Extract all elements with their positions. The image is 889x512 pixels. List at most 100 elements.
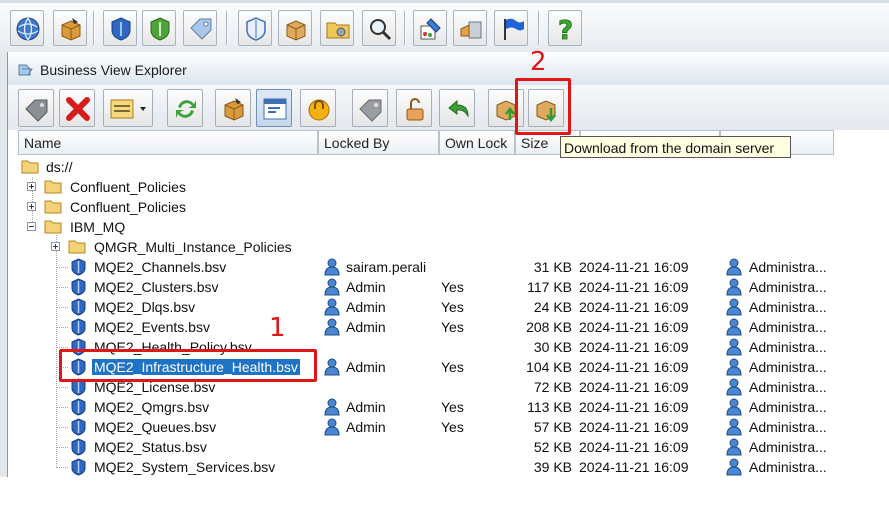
bsv-file-icon [71,438,86,456]
file-size: 30 KB [533,339,572,355]
file-owner: Administra... [749,279,827,295]
refresh-icon [176,100,196,118]
file-date: 2024-11-21 16:09 [579,259,689,275]
help-button[interactable]: ? [548,10,582,46]
file-size: 31 KB [533,259,572,275]
shield-blue-icon [111,17,131,41]
unlock-button[interactable] [396,89,432,127]
file-owner: Administra... [749,439,827,455]
file-name: MQE2_Queues.bsv [94,419,217,435]
expand-icon[interactable] [27,202,36,211]
file-owner: Administra... [749,359,827,375]
tree-line [57,387,68,388]
file-date: 2024-11-21 16:09 [579,279,689,295]
annotation-box-download [515,78,571,135]
app-toolbar: ? [0,0,889,52]
svg-text:?: ? [558,16,573,42]
tree-folder[interactable]: IBM_MQ [0,217,889,237]
tree-subfolder[interactable]: QMGR_Multi_Instance_Policies [0,237,889,257]
file-row[interactable]: MQE2_Dlqs.bsv Admin Yes 24 KB 2024-11-21 16:… [0,297,889,317]
tag-button[interactable] [18,89,54,127]
user-box-button[interactable] [453,10,487,46]
user-icon [726,418,742,436]
tree-line [57,347,68,348]
user-icon [324,258,340,276]
column-name[interactable]: Name [18,130,318,155]
search-icon [370,19,392,41]
delete-button[interactable] [59,89,95,127]
file-row[interactable]: MQE2_Queues.bsv Admin Yes 57 KB 2024-11-21 1… [0,417,889,437]
locked-by: Admin [346,279,386,295]
file-date: 2024-11-21 16:09 [579,419,689,435]
file-date: 2024-11-21 16:09 [579,299,689,315]
paint-button[interactable] [413,10,447,46]
own-lock: Yes [441,279,464,295]
file-name: MQE2_Qmgrs.bsv [94,399,210,415]
package-open-button[interactable] [215,89,251,127]
bsv-file-icon [71,278,86,296]
shield-green-button[interactable] [142,10,176,46]
file-row[interactable]: MQE2_System_Services.bsv 39 KB 2024-11-21 … [0,457,889,477]
file-row[interactable]: MQE2_Clusters.bsv Admin Yes 117 KB 2024-11-2… [0,277,889,297]
properties-button[interactable] [256,89,292,127]
file-owner: Administra... [749,379,827,395]
tag-gray-button[interactable] [352,89,388,127]
package-button[interactable] [53,10,87,46]
file-size: 57 KB [533,419,572,435]
expand-icon[interactable] [27,182,36,191]
box-button[interactable] [278,10,312,46]
globe-icon [16,17,40,41]
shield-outline-button[interactable] [238,10,272,46]
column-own-lock[interactable]: Own Lock [439,130,515,155]
collapse-icon[interactable] [27,222,36,231]
user-icon [726,398,742,416]
shield-blue-button[interactable] [103,10,137,46]
undo-button[interactable] [439,89,475,127]
bottom-strip [0,477,889,512]
package-icon [224,98,244,121]
locked-by: Admin [346,399,386,415]
file-row[interactable]: MQE2_Channels.bsv sairam.perali 31 KB 2024-… [0,257,889,277]
file-name: MQE2_System_Services.bsv [94,459,276,475]
file-owner: Administra... [749,419,827,435]
shield-outline-icon [246,17,266,41]
tree-line [57,287,68,288]
own-lock: Yes [441,399,464,415]
tag-gray-icon [359,99,382,122]
tree-folder-label: Confluent_Policies [70,179,186,195]
tree-root[interactable]: ds:// [0,157,889,177]
gear-folder-button[interactable] [320,10,354,46]
lock-button[interactable] [300,89,336,127]
tree-folder[interactable]: Confluent_Policies [0,197,889,217]
user-icon [726,338,742,356]
tree-folder[interactable]: Confluent_Policies [0,177,889,197]
bsv-file-icon [71,418,86,436]
window-title: Business View Explorer [40,62,187,78]
file-row[interactable]: MQE2_Events.bsv Admin Yes 208 KB 2024-11-21 … [0,317,889,337]
user-icon [324,278,340,296]
tree-line [57,267,68,268]
file-row[interactable]: MQE2_Qmgrs.bsv Admin Yes 113 KB 2024-11-21 1… [0,397,889,417]
file-owner: Administra... [749,339,827,355]
column-locked-by[interactable]: Locked By [318,130,439,155]
file-row[interactable]: MQE2_Status.bsv 52 KB 2024-11-21 16:09 Admi… [0,437,889,457]
file-date: 2024-11-21 16:09 [579,439,689,455]
user-icon [726,438,742,456]
folder-icon [44,180,62,194]
download-tooltip: Download from the domain server [560,136,791,158]
user-box-icon [460,21,482,39]
shield-green-icon [150,17,170,41]
globe-button[interactable] [10,10,44,46]
gear-tag-button[interactable] [183,10,217,46]
flag-button[interactable] [494,10,528,46]
own-lock: Yes [441,359,464,375]
expand-icon[interactable] [51,242,60,251]
gear-folder-icon [326,22,350,39]
undo-icon [448,99,469,118]
search-button[interactable] [362,10,396,46]
explorer-icon [18,64,33,76]
gear-tag-icon [190,18,212,40]
package-icon [61,18,81,41]
refresh-button[interactable] [167,89,203,127]
view-menu-button[interactable] [103,89,153,127]
